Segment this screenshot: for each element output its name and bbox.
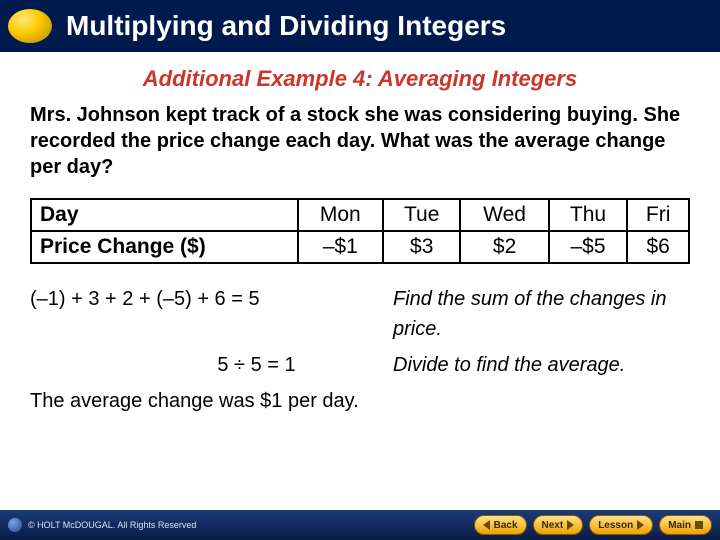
work-row: 5 ÷ 5 = 1 Divide to find the average. [30, 350, 690, 380]
main-button[interactable]: Main [659, 515, 712, 535]
copyright-text: © HOLT McDOUGAL. All Rights Reserved [28, 520, 196, 530]
row-label-price: Price Change ($) [31, 231, 298, 263]
value-cell: –$5 [549, 231, 628, 263]
price-change-table: Day Mon Tue Wed Thu Fri Price Change ($)… [30, 198, 690, 264]
value-cell: –$1 [298, 231, 383, 263]
day-cell: Tue [383, 199, 461, 231]
sum-expression: (–1) + 3 + 2 + (–5) + 6 = 5 [30, 284, 393, 344]
footer-bar: © HOLT McDOUGAL. All Rights Reserved Bac… [0, 510, 720, 540]
row-label-day: Day [31, 199, 298, 231]
divide-note: Divide to find the average. [393, 350, 690, 380]
next-label: Next [542, 520, 564, 531]
table-row: Price Change ($) –$1 $3 $2 –$5 $6 [31, 231, 689, 263]
publisher-logo-icon [8, 518, 22, 532]
problem-text: Mrs. Johnson kept track of a stock she w… [30, 102, 690, 180]
conclusion-text: The average change was $1 per day. [30, 386, 690, 416]
bullet-icon [8, 9, 52, 43]
back-button[interactable]: Back [474, 515, 527, 535]
content-area: Mrs. Johnson kept track of a stock she w… [0, 102, 720, 416]
back-label: Back [494, 520, 518, 531]
lesson-arrow-icon [637, 520, 644, 530]
work-row: (–1) + 3 + 2 + (–5) + 6 = 5 Find the sum… [30, 284, 690, 344]
lesson-label: Lesson [598, 520, 633, 531]
worked-solution: (–1) + 3 + 2 + (–5) + 6 = 5 Find the sum… [30, 284, 690, 416]
day-cell: Fri [627, 199, 689, 231]
value-cell: $3 [383, 231, 461, 263]
title-bar: Multiplying and Dividing Integers [0, 0, 720, 52]
sum-note: Find the sum of the changes in price. [393, 284, 690, 344]
page-title: Multiplying and Dividing Integers [66, 10, 506, 42]
day-cell: Mon [298, 199, 383, 231]
next-arrow-icon [567, 520, 574, 530]
back-arrow-icon [483, 520, 490, 530]
day-cell: Wed [460, 199, 548, 231]
main-stop-icon [695, 521, 703, 529]
day-cell: Thu [549, 199, 628, 231]
lesson-button[interactable]: Lesson [589, 515, 653, 535]
divide-expression: 5 ÷ 5 = 1 [30, 350, 393, 380]
value-cell: $2 [460, 231, 548, 263]
next-button[interactable]: Next [533, 515, 584, 535]
value-cell: $6 [627, 231, 689, 263]
example-subtitle: Additional Example 4: Averaging Integers [0, 66, 720, 92]
main-label: Main [668, 520, 691, 531]
table-row: Day Mon Tue Wed Thu Fri [31, 199, 689, 231]
